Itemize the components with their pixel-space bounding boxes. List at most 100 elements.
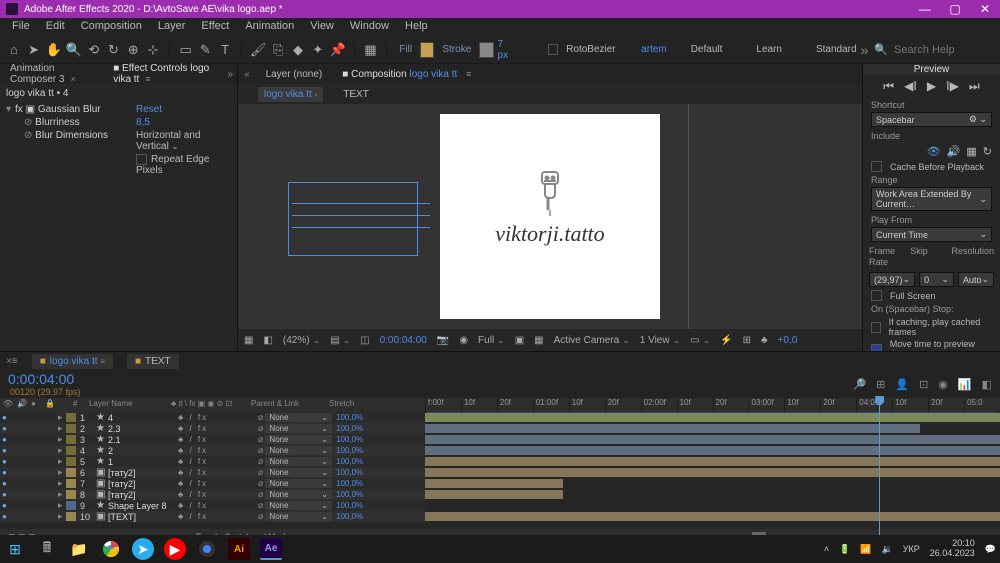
stroke-label[interactable]: Stroke (442, 44, 471, 55)
ruler-tick[interactable]: 01:00f (533, 398, 569, 412)
tray-chevron-icon[interactable]: ˄ (824, 544, 829, 554)
taskbar-chrome-icon[interactable] (100, 538, 122, 560)
viewer-mask-icon[interactable]: ◧ (263, 335, 272, 346)
workspace-user[interactable]: artem (641, 44, 667, 55)
workspace-default[interactable]: Default (691, 44, 723, 55)
tab-layer-viewer[interactable]: Layer (none) (256, 66, 333, 83)
layer-name[interactable]: Shape Layer 8 (106, 501, 176, 511)
timeline-layer-row[interactable]: ●▸6▣[тату2]♣ / fx⌀None⌄100,0% (0, 467, 425, 478)
viewer-views[interactable]: 1 View ⌄ (640, 335, 680, 346)
pen-tool-icon[interactable]: ✎ (198, 41, 214, 59)
close-button[interactable]: ✕ (970, 0, 1000, 18)
viewer-grid-icon[interactable]: ▤ ⌄ (330, 335, 350, 346)
taskbar-telegram-icon[interactable]: ➤ (132, 538, 154, 560)
rect-tool-icon[interactable]: ▭ (178, 41, 194, 59)
ruler-tick[interactable]: 10f (569, 398, 605, 412)
layer-stretch[interactable]: 100,0% (334, 501, 370, 510)
layer-duration-bar[interactable] (425, 489, 1000, 500)
layer-name[interactable]: [TEXT] (106, 512, 176, 522)
viewer-mag-icon[interactable]: ▦ (244, 335, 253, 346)
last-frame-icon[interactable]: ⏭ (969, 79, 980, 94)
menu-edit[interactable]: Edit (38, 18, 73, 36)
selection-tool-icon[interactable]: ➤ (26, 41, 42, 59)
text-tool-icon[interactable]: T (217, 41, 233, 59)
parent-dropdown[interactable]: None⌄ (265, 501, 332, 510)
preview-skip-select[interactable]: 0⌄ (919, 272, 954, 287)
tray-datetime[interactable]: 20:1026.04.2023 (930, 539, 975, 559)
viewer-mask-toggle-icon[interactable]: ◫ (360, 335, 369, 346)
ruler-tick[interactable]: 10f (784, 398, 820, 412)
workspace-chevron-icon[interactable]: » (861, 42, 869, 58)
ruler-tick[interactable]: 10f (677, 398, 713, 412)
layer-visibility-icon[interactable]: ● (0, 457, 14, 466)
layer-duration-bar[interactable] (425, 478, 1000, 489)
workspace-standard[interactable]: Standard (816, 44, 857, 55)
play-icon[interactable]: ▶ (927, 79, 936, 94)
parent-dropdown[interactable]: None⌄ (265, 490, 332, 499)
layer-duration-bar[interactable] (425, 456, 1000, 467)
menu-animation[interactable]: Animation (237, 18, 302, 36)
viewer-transparency-icon[interactable]: ▦ (534, 335, 543, 346)
menu-help[interactable]: Help (397, 18, 436, 36)
tl-frameblend-icon[interactable]: ⊡ (919, 378, 928, 391)
taskbar-chrome2-icon[interactable] (196, 538, 218, 560)
parent-dropdown[interactable]: None⌄ (265, 512, 332, 521)
parent-dropdown[interactable]: None⌄ (265, 479, 332, 488)
viewer-pixelaspect-icon[interactable]: ▭ ⌄ (690, 335, 710, 346)
camera-tool-icon[interactable]: ⊕ (125, 41, 141, 59)
rotate-tool-icon[interactable]: ↻ (106, 41, 122, 59)
viewer-roi-icon[interactable]: ▣ (515, 335, 524, 346)
stroke-width[interactable]: 7 px (498, 39, 515, 61)
layer-duration-bar[interactable] (425, 467, 1000, 478)
cache-checkbox[interactable] (871, 161, 882, 172)
minimize-button[interactable]: — (910, 0, 940, 18)
layer-duration-bar[interactable] (425, 423, 1000, 434)
layer-duration-bar[interactable] (425, 511, 1000, 522)
col-layername[interactable]: Layer Name (86, 398, 168, 412)
preview-res-select[interactable]: Auto⌄ (958, 272, 994, 287)
viewer-resolution[interactable]: Full ⌄ (478, 335, 505, 346)
parent-dropdown[interactable]: None⌄ (265, 413, 332, 422)
parent-dropdown[interactable]: None⌄ (265, 424, 332, 433)
taskbar-ytmusic-icon[interactable]: ▶ (164, 538, 186, 560)
ruler-tick[interactable]: 10f (461, 398, 497, 412)
tray-wifi-icon[interactable]: 📶 (860, 544, 871, 555)
menu-view[interactable]: View (302, 18, 342, 36)
prev-frame-icon[interactable]: ◀Ⅰ (904, 79, 917, 94)
timeline-layer-row[interactable]: ●▸7▣[тату2]♣ / fx⌀None⌄100,0% (0, 478, 425, 489)
ruler-tick[interactable]: 20f (713, 398, 749, 412)
layer-stretch[interactable]: 100,0% (334, 413, 370, 422)
tray-volume-icon[interactable]: 🔉 (882, 544, 893, 555)
layer-name[interactable]: 2.1 (106, 435, 176, 445)
workspace-learn[interactable]: Learn (756, 44, 782, 55)
brush-tool-icon[interactable]: 🖌 (250, 41, 267, 59)
prop-blurdim-value[interactable]: Horizontal and Vertical ⌄ (136, 130, 231, 152)
ruler-tick[interactable]: 20f (928, 398, 964, 412)
breadcrumb-text[interactable]: TEXT (337, 87, 375, 102)
preview-shortcut-select[interactable]: Spacebar⚙ ⌄ (871, 112, 992, 127)
layer-visibility-icon[interactable]: ● (0, 435, 14, 444)
parent-dropdown[interactable]: None⌄ (265, 435, 332, 444)
search-help-input[interactable] (894, 44, 994, 56)
ruler-tick[interactable]: f:00f (425, 398, 461, 412)
layer-stretch[interactable]: 100,0% (334, 468, 370, 477)
prop-blurriness[interactable]: Blurriness (35, 117, 79, 128)
layer-name[interactable]: 2 (106, 446, 176, 456)
viewer-timeline-icon[interactable]: ⊞ (743, 335, 751, 346)
viewer-exposure[interactable]: +0,0 (778, 335, 798, 346)
timeline-layer-row[interactable]: ●▸3★2.1♣ / fx⌀None⌄100,0% (0, 434, 425, 445)
timeline-layer-row[interactable]: ●▸9★Shape Layer 8♣ / fx⌀None⌄100,0% (0, 500, 425, 511)
eraser-tool-icon[interactable]: ◆ (290, 41, 306, 59)
viewer-flowchart-icon[interactable]: ♣ (761, 335, 768, 346)
tray-battery-icon[interactable]: 🔋 (839, 544, 850, 555)
ruler-tick[interactable]: 20f (605, 398, 641, 412)
ruler-tick[interactable]: 05:0 (964, 398, 1000, 412)
tl-draft3d-icon[interactable]: ◧ (982, 378, 992, 391)
home-icon[interactable]: ⌂ (6, 41, 22, 59)
effect-name[interactable]: Gaussian Blur (38, 104, 101, 115)
viewer-fastpreview-icon[interactable]: ⚡ (720, 335, 732, 346)
timeline-timecode[interactable]: 0:00:04:00 (8, 371, 81, 387)
layer-stretch[interactable]: 100,0% (334, 457, 370, 466)
viewer-camera[interactable]: Active Camera ⌄ (554, 335, 630, 346)
timeline-layer-row[interactable]: ●▸8▣[тату2]♣ / fx⌀None⌄100,0% (0, 489, 425, 500)
